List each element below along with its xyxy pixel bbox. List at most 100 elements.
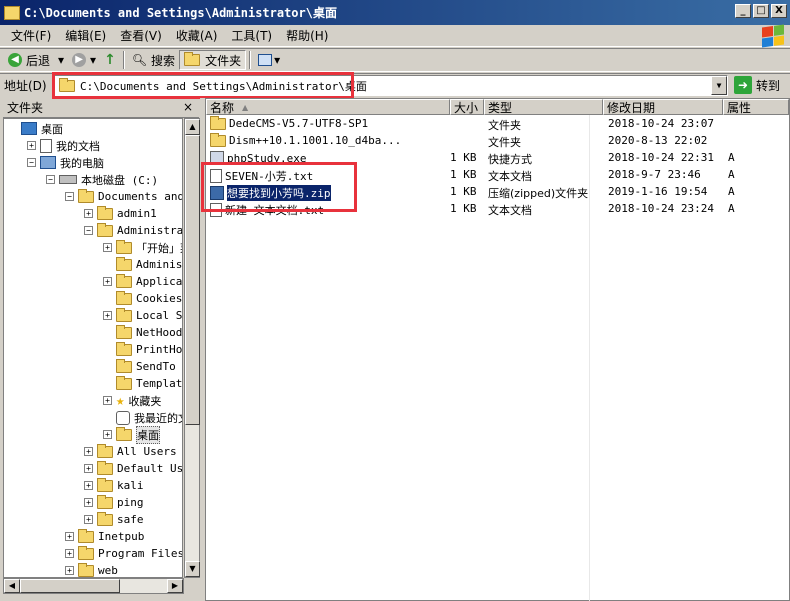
tree-item[interactable]: + 我的文档 <box>27 137 100 154</box>
file-row[interactable]: 想要找到小芳吗.zip 1 KB 压缩(zipped)文件夹 2019-1-16 19… <box>206 184 789 201</box>
tree-item[interactable]: + Program Files <box>65 545 182 562</box>
column-size-header[interactable]: 大小 <box>450 99 484 115</box>
expand-icon[interactable]: + <box>65 532 74 541</box>
file-name-cell[interactable]: 想要找到小芳吗.zip <box>210 185 331 201</box>
forward-dropdown-icon[interactable]: ▾ <box>90 53 96 67</box>
folders-label: 文件夹 <box>205 53 242 68</box>
tree-item[interactable]: SendTo <box>103 358 176 375</box>
file-row[interactable]: phpStudy.exe 1 KB 快捷方式 2018-10-24 22:31 A <box>206 150 789 167</box>
expand-icon[interactable]: + <box>84 209 93 218</box>
tree-item[interactable]: + Default User <box>84 460 182 477</box>
collapse-icon[interactable]: − <box>46 175 55 184</box>
column-date-header[interactable]: 修改日期 <box>603 99 723 115</box>
scroll-left-icon[interactable]: ◀ <box>4 579 20 593</box>
scroll-right-icon[interactable]: ▶ <box>167 579 183 593</box>
expand-icon[interactable]: + <box>84 515 93 524</box>
tree-item[interactable]: + safe <box>84 511 144 528</box>
tree-vertical-scrollbar[interactable]: ▲ ▼ <box>184 118 200 578</box>
menu-file[interactable]: 文件(F) <box>4 27 58 44</box>
expand-icon[interactable]: + <box>27 141 36 150</box>
folder-icon <box>210 132 226 147</box>
tree-item[interactable]: + All Users <box>84 443 177 460</box>
collapse-icon[interactable]: − <box>65 192 74 201</box>
go-button[interactable]: ➜ 转到 <box>734 76 780 94</box>
tree-item[interactable]: − Administrator <box>84 222 182 239</box>
expand-icon[interactable]: + <box>103 396 112 405</box>
expand-icon[interactable]: + <box>84 464 93 473</box>
scroll-down-icon[interactable]: ▼ <box>185 561 200 577</box>
expand-icon[interactable]: + <box>103 277 112 286</box>
tree-item[interactable]: + admin1 <box>84 205 157 222</box>
expand-icon[interactable]: + <box>103 243 112 252</box>
file-name-cell[interactable]: phpStudy.exe <box>210 151 306 165</box>
file-name-cell[interactable]: DedeCMS-V5.7-UTF8-SP1 <box>210 115 368 130</box>
expand-icon[interactable]: + <box>65 566 74 575</box>
tree-item[interactable]: + 「开始」菜 <box>103 239 182 256</box>
menu-view[interactable]: 查看(V) <box>113 27 169 44</box>
tree-item[interactable]: + Inetpub <box>65 528 144 545</box>
expand-icon[interactable]: + <box>84 447 93 456</box>
tree-item[interactable]: 我最近的文 <box>103 409 182 426</box>
file-row[interactable]: 新建 文本文档.txt 1 KB 文本文档 2018-10-24 23:24 A <box>206 201 789 218</box>
back-button[interactable]: ◀ 后退 ▾ <box>4 50 68 70</box>
tree-item[interactable]: + 桌面 <box>103 425 160 444</box>
folder-icon <box>116 324 132 339</box>
tree-item[interactable]: 桌面 <box>8 120 63 137</box>
column-attr-header[interactable]: 属性 <box>723 99 789 115</box>
column-name-header[interactable]: 名称 ▲ <box>206 99 450 115</box>
tree-item[interactable]: + ★ 收藏夹 <box>103 392 161 409</box>
address-input[interactable]: C:\Documents and Settings\Administrator\… <box>54 75 728 96</box>
file-name-cell[interactable]: SEVEN-小芳.txt <box>210 168 313 184</box>
tree-item[interactable]: − Documents and Set <box>65 188 182 205</box>
file-date: 2018-9-7 23:46 <box>608 168 701 181</box>
tree-item[interactable]: Templates <box>103 375 182 392</box>
file-row[interactable]: SEVEN-小芳.txt 1 KB 文本文档 2018-9-7 23:46 A <box>206 167 789 184</box>
file-name-cell[interactable]: 新建 文本文档.txt <box>210 202 324 218</box>
close-pane-icon[interactable]: × <box>183 100 193 114</box>
folders-button[interactable]: 文件夹 <box>179 50 247 70</box>
tree-item[interactable]: PrintHood <box>103 341 183 358</box>
expand-icon[interactable]: + <box>103 430 112 439</box>
menu-tools[interactable]: 工具(T) <box>224 27 279 44</box>
menu-help[interactable]: 帮助(H) <box>279 27 335 44</box>
close-button[interactable]: X <box>771 4 787 18</box>
tree-item[interactable]: − 本地磁盘 (C:) <box>46 171 158 188</box>
menu-favorites[interactable]: 收藏(A) <box>169 27 225 44</box>
file-name-cell[interactable]: Dism++10.1.1001.10_d4ba... <box>210 132 401 147</box>
expand-icon[interactable]: + <box>103 311 112 320</box>
tree-item[interactable]: NetHood <box>103 324 182 341</box>
file-row[interactable]: DedeCMS-V5.7-UTF8-SP1 文件夹 2018-10-24 23:07 <box>206 115 789 133</box>
collapse-icon[interactable]: − <box>27 158 36 167</box>
search-button[interactable]: 🔍︎ 搜索 <box>128 50 179 70</box>
folder-icon <box>116 426 132 441</box>
tree-item-label: PrintHood <box>136 343 183 356</box>
tree-item[interactable]: + Applicatio <box>103 273 182 290</box>
expand-icon[interactable]: + <box>84 498 93 507</box>
tree-item[interactable]: + web <box>65 562 118 577</box>
tree-item[interactable]: + kali <box>84 477 144 494</box>
tree-item[interactable]: + Local Sett <box>103 307 182 324</box>
scroll-thumb[interactable] <box>185 135 200 425</box>
menu-edit[interactable]: 编辑(E) <box>58 27 113 44</box>
scroll-up-icon[interactable]: ▲ <box>185 119 200 135</box>
minimize-button[interactable]: _ <box>735 4 751 18</box>
expand-icon[interactable]: + <box>65 549 74 558</box>
column-type-header[interactable]: 类型 <box>484 99 603 115</box>
tree-horizontal-scrollbar[interactable]: ◀ ▶ <box>3 578 184 594</box>
column-size-label: 大小 <box>454 100 479 115</box>
forward-button[interactable]: ▶ ▾ <box>68 50 100 70</box>
expand-icon[interactable]: + <box>84 481 93 490</box>
tree-item[interactable]: Cookies <box>103 290 182 307</box>
tree-item[interactable]: + ping <box>84 494 144 511</box>
address-dropdown-icon[interactable]: ▼ <box>711 76 727 95</box>
views-button[interactable]: ▾ <box>254 50 284 70</box>
collapse-icon[interactable]: − <box>84 226 93 235</box>
back-dropdown-icon[interactable]: ▾ <box>58 53 64 67</box>
file-date: 2018-10-24 23:24 <box>608 202 714 215</box>
file-row[interactable]: Dism++10.1.1001.10_d4ba... 文件夹 2020-8-13 2… <box>206 132 789 150</box>
maximize-button[interactable]: □ <box>753 4 769 18</box>
tree-item[interactable]: − 我的电脑 <box>27 154 104 171</box>
tree-item[interactable]: Administra <box>103 256 182 273</box>
hscroll-thumb[interactable] <box>20 579 120 593</box>
up-button[interactable]: ↑ <box>100 50 120 70</box>
